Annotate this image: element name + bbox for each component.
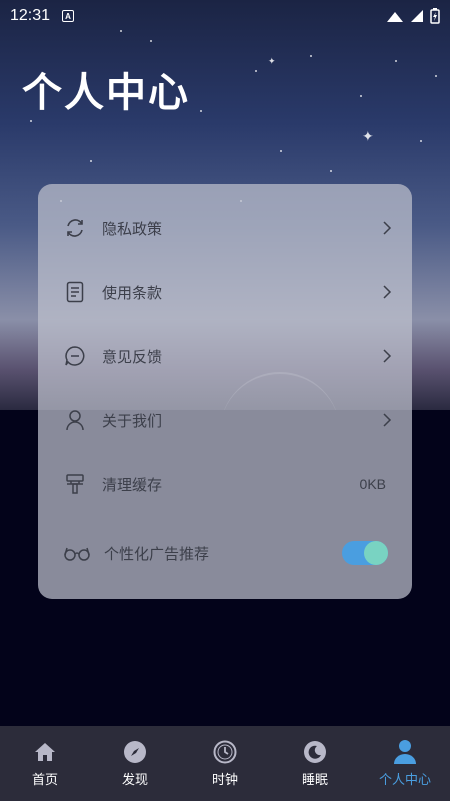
menu-item-clear-cache[interactable]: 清理缓存 0KB <box>64 452 394 516</box>
glasses-icon <box>64 542 90 564</box>
nav-label: 睡眠 <box>301 773 328 788</box>
menu-item-terms-of-use[interactable]: 使用条款 <box>64 260 394 324</box>
menu-item-label: 隐私政策 <box>102 219 163 238</box>
status-bar: 12:31 A <box>0 0 450 32</box>
battery-charging-icon <box>430 8 440 24</box>
nav-label: 发现 <box>121 773 148 788</box>
menu-item-label: 个性化广告推荐 <box>104 544 210 563</box>
menu-item-label: 清理缓存 <box>102 475 163 494</box>
chevron-right-icon <box>380 221 394 235</box>
settings-card: 隐私政策 使用条款 意见反馈 关于我们 清理缓存 0KB 个性化广告推荐 <box>38 184 412 599</box>
menu-item-label: 使用条款 <box>102 283 163 302</box>
cell-signal-icon <box>411 10 423 22</box>
menu-item-personalized-ads: 个性化广告推荐 <box>64 516 394 590</box>
nav-item-clock[interactable]: 时钟 <box>180 726 270 801</box>
chevron-right-icon <box>380 413 394 427</box>
brush-icon <box>64 473 86 495</box>
personalized-ads-toggle[interactable] <box>342 541 388 565</box>
toggle-knob <box>364 541 388 565</box>
menu-item-about-us[interactable]: 关于我们 <box>64 388 394 452</box>
clock-icon <box>212 739 238 765</box>
person-icon <box>64 409 86 431</box>
document-icon <box>64 281 86 303</box>
nav-label: 个人中心 <box>378 773 431 788</box>
nav-item-discover[interactable]: 发现 <box>90 726 180 801</box>
cache-size-value: 0KB <box>359 476 386 492</box>
chevron-right-icon <box>380 285 394 299</box>
menu-item-feedback[interactable]: 意见反馈 <box>64 324 394 388</box>
moon-icon <box>302 739 328 765</box>
menu-item-label: 意见反馈 <box>102 347 163 366</box>
status-time: 12:31 <box>10 7 51 24</box>
bottom-navigation: 首页 发现 时钟 睡眠 个人中心 <box>0 726 450 801</box>
nav-item-home[interactable]: 首页 <box>0 726 90 801</box>
menu-item-privacy-policy[interactable]: 隐私政策 <box>64 196 394 260</box>
nav-label: 时钟 <box>211 773 238 788</box>
notification-a-icon: A <box>62 10 75 22</box>
nav-item-sleep[interactable]: 睡眠 <box>270 726 360 801</box>
nav-label: 首页 <box>31 773 58 788</box>
chat-bubble-icon <box>64 345 86 367</box>
compass-icon <box>122 739 148 765</box>
menu-item-label: 关于我们 <box>102 411 163 430</box>
chevron-right-icon <box>380 349 394 363</box>
page-title: 个人中心 <box>22 70 190 116</box>
nav-item-profile[interactable]: 个人中心 <box>360 726 450 801</box>
home-icon <box>32 739 58 765</box>
signal-icon <box>387 12 403 22</box>
refresh-cycle-icon <box>64 217 86 239</box>
user-icon <box>392 739 418 765</box>
